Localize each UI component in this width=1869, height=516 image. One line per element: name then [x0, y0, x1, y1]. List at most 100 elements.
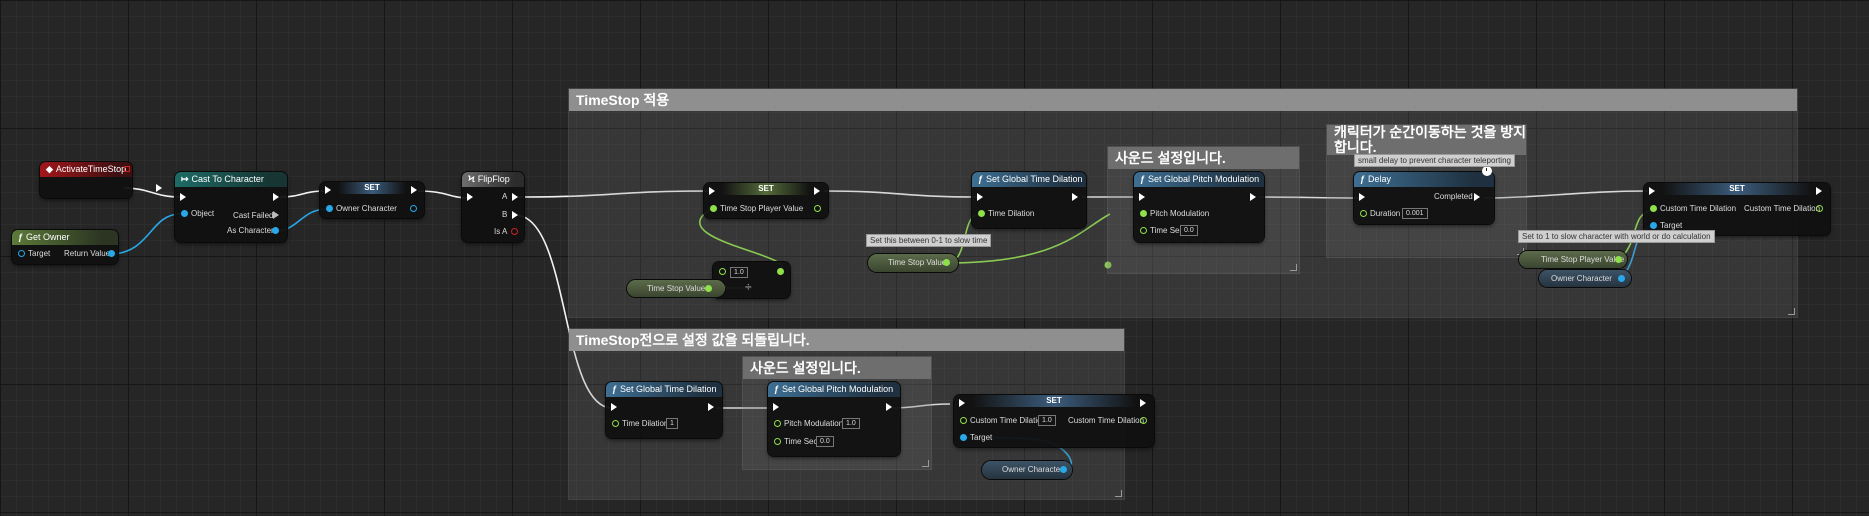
resize-handle[interactable] — [1290, 264, 1297, 271]
time-dilation-pin[interactable] — [612, 420, 619, 427]
exec-out-pin[interactable] — [1250, 193, 1256, 201]
custom-time-dilation-value[interactable]: 1.0 — [1038, 415, 1056, 426]
flipflop-node[interactable]: Ϟ FlipFlop A B Is A — [462, 172, 524, 242]
exec-out-pin[interactable] — [814, 187, 820, 195]
set-custom-time-dilation-node[interactable]: SET Custom Time Dilation Custom Time Dil… — [1644, 183, 1830, 235]
exec-in-pin[interactable] — [709, 187, 715, 195]
latent-clock-icon — [1482, 166, 1492, 176]
exec-out-pin[interactable] — [1816, 187, 1822, 195]
set-global-pitch-modulation-node-revert[interactable]: ƒ Set Global Pitch Modulation Pitch Modul… — [768, 382, 900, 456]
exec-out-pin[interactable] — [273, 193, 279, 201]
exec-in-pin[interactable] — [977, 193, 983, 201]
delay-node[interactable]: ƒ Delay Completed Duration 0.001 — [1354, 166, 1494, 224]
set-global-time-dilation-node-revert[interactable]: ƒ Set Global Time Dilation Time Dilation … — [606, 382, 722, 438]
player-value-out-pin[interactable] — [814, 205, 821, 212]
dividend-value[interactable]: 1.0 — [730, 267, 748, 278]
target-pin[interactable] — [960, 434, 967, 441]
target-pin[interactable] — [18, 250, 25, 257]
value-out-pin[interactable] — [1060, 466, 1067, 473]
b-out-pin[interactable] — [512, 211, 518, 219]
pin-label: Target — [970, 433, 993, 442]
activate-timestop-event-node[interactable]: ◆ ActivateTimeStop — [40, 162, 162, 198]
exec-in-pin[interactable] — [467, 193, 473, 201]
exec-out-pin[interactable] — [1140, 399, 1146, 407]
resize-handle[interactable] — [1788, 308, 1795, 315]
value-out-pin[interactable] — [705, 285, 712, 292]
set-player-value-node[interactable]: SET Time Stop Player Value — [704, 183, 828, 218]
dividend-pin[interactable] — [719, 268, 726, 275]
custom-time-dilation-pin[interactable] — [1650, 205, 1657, 212]
exec-in-pin[interactable] — [1139, 193, 1145, 201]
function-icon: ƒ — [774, 384, 780, 394]
tooltip-delay-note: small delay to prevent character telepor… — [1354, 154, 1515, 167]
pin-label: Target — [28, 249, 51, 258]
return-value-pin[interactable] — [108, 250, 115, 257]
time-dilation-pin[interactable] — [978, 210, 985, 217]
pin-label: Owner Character — [1002, 465, 1063, 474]
time-stop-player-value-getter[interactable]: Time Stop Player Value — [1519, 251, 1627, 268]
divide-node[interactable]: 1.0 ÷ — [713, 262, 790, 298]
exec-in-pin[interactable] — [1649, 187, 1655, 195]
function-icon: ƒ — [1360, 174, 1366, 184]
custom-time-dilation-out-pin[interactable] — [1816, 205, 1823, 212]
exec-in-pin[interactable] — [180, 193, 186, 201]
owner-character-getter-revert[interactable]: Owner Character — [982, 461, 1072, 479]
pin-label: Time Stop Player Value — [1541, 255, 1625, 264]
exec-out-pin[interactable] — [708, 403, 714, 411]
time-stop-value-getter[interactable]: Time Stop Value — [627, 280, 725, 297]
set-global-time-dilation-node[interactable]: ƒ Set Global Time Dilation Time Dilation — [972, 172, 1086, 228]
resize-handle[interactable] — [922, 460, 929, 467]
completed-pin[interactable] — [1474, 193, 1480, 201]
exec-in-pin[interactable] — [773, 403, 779, 411]
is-a-pin[interactable] — [511, 228, 518, 235]
tooltip-character-note: Set to 1 to slow character with world or… — [1518, 230, 1715, 243]
set-custom-time-dilation-node-revert[interactable]: SET Custom Time Dilation 1.0 Custom Time… — [954, 395, 1154, 447]
owner-character-pin[interactable] — [326, 205, 333, 212]
owner-character-getter[interactable]: Owner Character — [1539, 270, 1631, 287]
pitch-modulation-value[interactable]: 1.0 — [842, 418, 860, 429]
pin-label: Time Sec — [1150, 226, 1184, 235]
target-pin[interactable] — [1650, 222, 1657, 229]
time-sec-pin[interactable] — [774, 438, 781, 445]
exec-in-pin[interactable] — [1359, 193, 1365, 201]
exec-out-pin[interactable] — [156, 184, 162, 192]
time-sec-value[interactable]: 0.0 — [816, 436, 834, 447]
time-stop-value-getter[interactable]: Time Stop Value — [868, 254, 958, 272]
quotient-pin[interactable] — [777, 268, 784, 275]
value-out-pin[interactable] — [1618, 275, 1625, 282]
duration-value[interactable]: 0.001 — [1402, 208, 1428, 219]
pitch-modulation-pin[interactable] — [774, 420, 781, 427]
get-owner-node[interactable]: ƒ Get Owner Target Return Value — [12, 230, 118, 264]
macro-icon: Ϟ — [468, 174, 475, 184]
exec-in-pin[interactable] — [959, 399, 965, 407]
object-pin[interactable] — [181, 210, 188, 217]
player-value-pin[interactable] — [710, 205, 717, 212]
cast-failed-pin[interactable] — [273, 211, 279, 219]
exec-in-pin[interactable] — [325, 186, 331, 194]
time-sec-pin[interactable] — [1140, 227, 1147, 234]
set-owner-character-node[interactable]: SET Owner Character — [320, 182, 424, 218]
exec-in-pin[interactable] — [611, 403, 617, 411]
pin-label: Custom Time Dilation — [970, 416, 1047, 425]
value-out-pin[interactable] — [1615, 256, 1622, 263]
custom-time-dilation-out-pin[interactable] — [1140, 417, 1147, 424]
custom-time-dilation-pin[interactable] — [960, 417, 967, 424]
a-out-pin[interactable] — [512, 193, 518, 201]
pitch-modulation-pin[interactable] — [1140, 210, 1147, 217]
duration-pin[interactable] — [1360, 210, 1367, 217]
function-icon: ƒ — [18, 232, 24, 242]
value-out-pin[interactable] — [943, 259, 950, 266]
exec-out-pin[interactable] — [411, 186, 417, 194]
function-icon: ƒ — [978, 174, 984, 184]
exec-out-pin[interactable] — [1072, 193, 1078, 201]
owner-character-out-pin[interactable] — [410, 205, 417, 212]
as-character-pin[interactable] — [272, 227, 279, 234]
time-sec-value[interactable]: 0.0 — [1180, 225, 1198, 236]
set-global-pitch-modulation-node[interactable]: ƒ Set Global Pitch Modulation Pitch Modul… — [1134, 172, 1264, 242]
time-dilation-value[interactable]: 1 — [666, 418, 678, 429]
exec-out-pin[interactable] — [886, 403, 892, 411]
pin-label: Time Stop Player Value — [720, 204, 804, 213]
resize-handle[interactable] — [1115, 490, 1122, 497]
delegate-pin[interactable] — [124, 166, 130, 172]
cast-to-character-node[interactable]: ↦ Cast To Character Object Cast Failed As… — [175, 172, 287, 242]
